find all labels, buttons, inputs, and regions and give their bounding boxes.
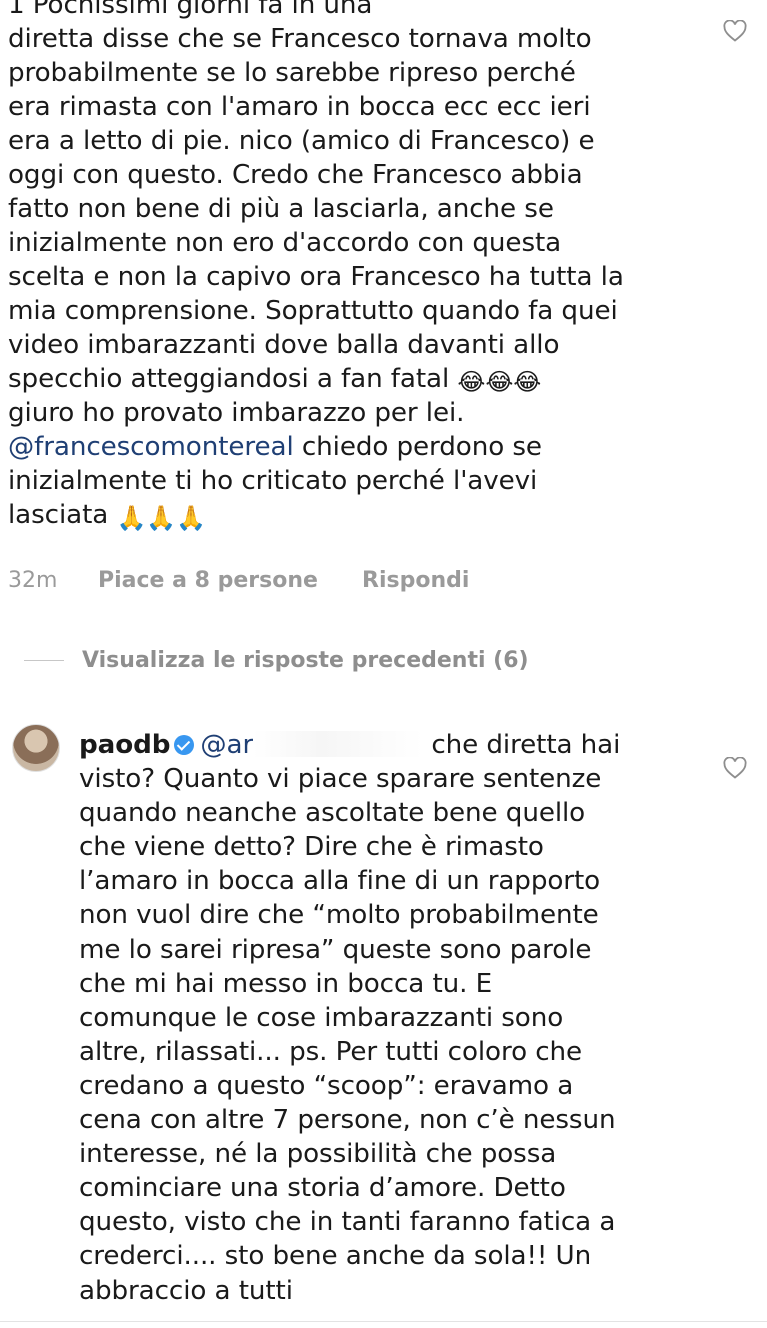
divider bbox=[0, 1321, 767, 1322]
comment-2-body: visto? Quanto vi piace sparare sentenze … bbox=[79, 764, 616, 1306]
comment-1-after: giuro ho provato imbarazzo per lei. bbox=[8, 398, 465, 428]
comment-2-first: che diretta hai bbox=[431, 730, 621, 760]
heart-icon[interactable] bbox=[722, 755, 748, 781]
avatar[interactable] bbox=[12, 724, 60, 772]
view-replies-label: Visualizza le risposte precedenti (6) bbox=[82, 648, 529, 673]
view-previous-replies-button[interactable]: Visualizza le risposte precedenti (6) bbox=[24, 648, 529, 673]
likes-count-link[interactable]: Piace a 8 persone bbox=[98, 568, 362, 593]
comment-timestamp: 32m bbox=[8, 568, 58, 593]
comment-1-text: 1 Pochissimi giorni fa in una diretta di… bbox=[8, 0, 698, 532]
heart-icon[interactable] bbox=[722, 18, 748, 44]
redacted-area bbox=[253, 731, 424, 757]
mention-link[interactable]: @francescomontereal bbox=[8, 432, 294, 462]
mention-link-redacted[interactable]: @ar bbox=[200, 730, 253, 760]
comment-thread: 1 Pochissimi giorni fa in una diretta di… bbox=[0, 0, 767, 1328]
pray-emoji-group: 🙏🙏🙏 bbox=[116, 504, 206, 532]
comment-1-meta: 32m Piace a 8 persone Rispondi bbox=[8, 568, 469, 593]
divider-line bbox=[24, 660, 64, 661]
comment-2-text: paodb @ar che diretta hai visto? Quanto v… bbox=[79, 728, 699, 1308]
laugh-emoji-group: 😂😂😂 bbox=[457, 368, 542, 396]
verified-badge-icon bbox=[174, 735, 195, 755]
comment-1-line1: 1 Pochissimi giorni fa in una bbox=[8, 0, 373, 20]
reply-button[interactable]: Rispondi bbox=[362, 568, 469, 593]
comment-username[interactable]: paodb bbox=[79, 730, 171, 760]
comment-1-body: diretta disse che se Francesco tornava m… bbox=[8, 24, 624, 394]
